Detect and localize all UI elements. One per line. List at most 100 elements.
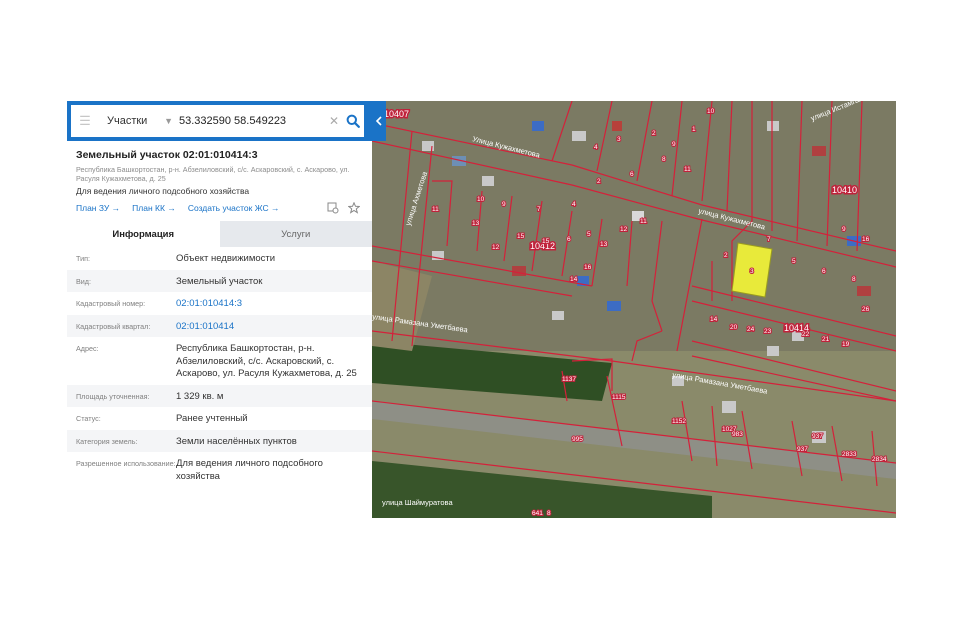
parcel-number-label: 983 bbox=[732, 431, 743, 438]
parcel-links: План ЗУ → План КК → Создать участок ЖС → bbox=[76, 203, 280, 213]
chevron-left-icon bbox=[375, 116, 382, 126]
parcel-number-label: 937 bbox=[797, 446, 808, 453]
create-parcel-label: Создать участок ЖС bbox=[187, 203, 269, 213]
parcel-purpose: Для ведения личного подсобного хозяйства bbox=[76, 186, 250, 196]
menu-icon[interactable]: ☰ bbox=[71, 105, 99, 137]
parcel-number-label: 16 bbox=[862, 236, 870, 243]
parcel-number-label: 2 bbox=[597, 178, 601, 185]
plan-zu-label: План ЗУ bbox=[76, 203, 110, 213]
attribute-row: Тип: Объект недвижимости bbox=[67, 247, 372, 270]
parcel-number-label: 16 bbox=[584, 264, 592, 271]
attribute-label: Площадь уточненная: bbox=[76, 391, 150, 401]
parcel-number-label: 13 bbox=[472, 220, 480, 227]
quarter-label: 10410 bbox=[832, 185, 857, 195]
cadastral-map[interactable]: 3 10407 10412 10410 10414 Улица Кужахмет… bbox=[372, 101, 896, 518]
app-window: ☰ Участки ▼ 53.332590 58.549223 ✕ Земель… bbox=[67, 101, 896, 518]
clear-icon[interactable]: ✕ bbox=[326, 114, 342, 128]
tab-services-label: Услуги bbox=[281, 228, 311, 240]
parcel-number-label: 3 bbox=[617, 136, 621, 143]
parcel-number-label: 2834 bbox=[872, 456, 887, 463]
map-view[interactable]: 3 10407 10412 10410 10414 Улица Кужахмет… bbox=[372, 101, 896, 518]
attribute-label: Тип: bbox=[76, 254, 90, 263]
collapse-panel-button[interactable] bbox=[372, 101, 386, 141]
parcel-number-label: 1152 bbox=[672, 418, 686, 425]
attribute-value: Ранее учтенный bbox=[176, 413, 248, 424]
parcel-number-label: 13 bbox=[600, 241, 608, 248]
village-area bbox=[372, 101, 896, 351]
layer-select[interactable]: Участки ▼ bbox=[99, 105, 175, 137]
parcel-number-label: 2 bbox=[724, 252, 728, 259]
parcel-number-label: 14 bbox=[710, 316, 718, 323]
parcel-number-label: 26 bbox=[862, 306, 870, 313]
parcel-number-label: 5 bbox=[587, 231, 591, 238]
attribute-row: Адрес: Республика Башкортостан, р-н. Абз… bbox=[67, 337, 372, 385]
parcel-number-label: 10 bbox=[707, 108, 715, 115]
parcel-number-label: 5 bbox=[792, 258, 796, 265]
parcel-number-label: 9 bbox=[502, 201, 506, 208]
layer-select-value: Участки bbox=[107, 115, 148, 127]
parcel-number-label: 9 bbox=[672, 141, 676, 148]
plan-kk-label: План КК bbox=[132, 203, 165, 213]
parcel-number-label: 2 bbox=[652, 130, 656, 137]
parcel-number-label: 8 bbox=[662, 156, 666, 163]
tab-info-label: Информация bbox=[112, 228, 175, 240]
arrow-right-icon: → bbox=[271, 203, 280, 213]
attribute-list: Тип: Объект недвижимости Вид: Земельный … bbox=[67, 247, 372, 487]
measure-icon[interactable] bbox=[327, 201, 339, 219]
attribute-value: Республика Башкортостан, р-н. Абзелиловс… bbox=[176, 343, 357, 379]
parcel-number-label: 20 bbox=[730, 324, 738, 331]
attribute-value: Земельный участок bbox=[176, 275, 263, 287]
chevron-down-icon: ▼ bbox=[164, 116, 173, 126]
parcel-address-short: Республика Башкортостан, р-н. Абзелиловс… bbox=[76, 165, 350, 183]
plan-kk-link[interactable]: План КК → bbox=[132, 203, 176, 213]
parcel-number-label: 6 bbox=[630, 171, 634, 178]
star-icon[interactable] bbox=[347, 201, 361, 219]
info-panel: ☰ Участки ▼ 53.332590 58.549223 ✕ Земель… bbox=[67, 101, 372, 518]
search-input[interactable]: 53.332590 58.549223 bbox=[175, 115, 326, 127]
parcel-number-label: 6 bbox=[567, 236, 571, 243]
parcel-number-label: 995 bbox=[572, 436, 583, 443]
parcel-number-label: 1115 bbox=[612, 394, 626, 401]
parcel-number-label: 11 bbox=[684, 166, 691, 173]
search-bar: ☰ Участки ▼ 53.332590 58.549223 ✕ bbox=[67, 101, 372, 141]
attribute-row: Категория земель: Земли населённых пункт… bbox=[67, 429, 372, 452]
attribute-value: Земли населённых пунктов bbox=[176, 435, 297, 447]
attribute-value: Объект недвижимости bbox=[176, 253, 276, 264]
attribute-row: Разрешенное использование: Для ведения л… bbox=[67, 452, 372, 487]
parcel-number-label: 4 bbox=[594, 144, 598, 151]
attribute-label: Разрешенное использование: bbox=[76, 459, 176, 468]
attribute-label: Адрес: bbox=[76, 344, 99, 353]
tabs: Информация Услуги bbox=[67, 221, 372, 247]
attribute-label: Вид: bbox=[76, 276, 91, 286]
parcel-number-label: 8 bbox=[852, 276, 856, 283]
parcel-number-label: 11 bbox=[432, 206, 439, 213]
selected-parcel-number: 3 bbox=[750, 268, 754, 275]
cadastral-quarter-link[interactable]: 02:01:010414 bbox=[176, 321, 361, 334]
cadastral-number-link[interactable]: 02:01:010414:3 bbox=[176, 298, 361, 311]
parcel-number-label: 7 bbox=[537, 206, 541, 213]
tab-info[interactable]: Информация bbox=[67, 221, 220, 247]
arrow-right-icon: → bbox=[167, 203, 176, 213]
parcel-number-label: 1137 bbox=[562, 376, 576, 383]
create-parcel-link[interactable]: Создать участок ЖС → bbox=[188, 203, 280, 213]
attribute-label: Кадастровый номер: bbox=[76, 299, 146, 308]
parcel-number-label: 4 bbox=[572, 201, 576, 208]
plan-zu-link[interactable]: План ЗУ → bbox=[76, 203, 120, 213]
attribute-label: Категория земель: bbox=[76, 436, 138, 446]
parcel-number-label: 19 bbox=[842, 341, 850, 348]
parcel-number-label: 7 bbox=[767, 236, 771, 243]
tab-services[interactable]: Услуги bbox=[219, 221, 372, 247]
parcel-number-label: 641 bbox=[532, 510, 543, 517]
parcel-number-label: 12 bbox=[492, 244, 500, 251]
search-icon[interactable] bbox=[342, 105, 364, 137]
parcel-number-label: 15 bbox=[542, 238, 550, 245]
search-box: ☰ Участки ▼ 53.332590 58.549223 ✕ bbox=[71, 105, 364, 137]
attribute-label: Кадастровый квартал: bbox=[76, 321, 151, 331]
arrow-right-icon: → bbox=[111, 203, 121, 213]
parcel-number-label: 1 bbox=[692, 126, 696, 133]
parcel-number-label: 8 bbox=[547, 510, 551, 517]
parcel-number-label: 14 bbox=[570, 276, 578, 283]
attribute-row: Площадь уточненная: 1 329 кв. м bbox=[67, 384, 372, 407]
parcel-number-label: 12 bbox=[620, 226, 628, 233]
parcel-number-label: 6 bbox=[822, 268, 826, 275]
